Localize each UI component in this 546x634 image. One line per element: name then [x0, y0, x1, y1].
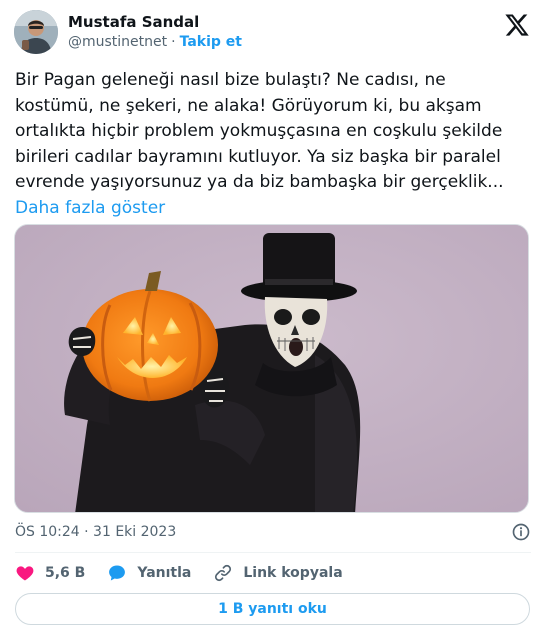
read-replies-button[interactable]: 1 B yanıtı oku — [15, 593, 530, 625]
author-subline: @mustinetnet · Takip et — [68, 32, 242, 52]
divider — [15, 552, 531, 553]
tweet-card: Mustafa Sandal @mustinetnet · Takip et B… — [0, 0, 546, 634]
tweet-media[interactable] — [14, 224, 529, 513]
copy-link-label: Link kopyala — [243, 565, 343, 581]
show-more-link[interactable]: Daha fazla göster — [15, 198, 165, 218]
meta-row: ÖS 10:24 · 31 Eki 2023 — [15, 522, 531, 542]
author-handle[interactable]: @mustinetnet — [68, 32, 167, 52]
halloween-photo — [15, 225, 528, 512]
author-info: Mustafa Sandal @mustinetnet · Takip et — [68, 12, 242, 52]
read-replies-label: 1 B yanıtı oku — [218, 601, 327, 617]
reply-button[interactable]: Yanıtla — [107, 563, 191, 583]
tweet-timestamp[interactable]: ÖS 10:24 · 31 Eki 2023 — [15, 524, 176, 540]
tweet-body: Bir Pagan geleneği nasıl bize bulaştı? N… — [15, 70, 504, 192]
tweet-header: Mustafa Sandal @mustinetnet · Takip et — [14, 10, 532, 54]
follow-button[interactable]: Takip et — [180, 32, 242, 52]
like-count: 5,6 B — [45, 565, 86, 581]
info-icon[interactable] — [511, 522, 531, 542]
author-avatar[interactable] — [14, 10, 58, 54]
avatar-photo — [14, 10, 58, 54]
reply-label: Yanıtla — [137, 565, 192, 581]
speech-bubble-icon — [109, 565, 126, 581]
copy-link-button[interactable]: Link kopyala — [213, 563, 343, 583]
x-logo-icon[interactable] — [504, 12, 530, 38]
author-name[interactable]: Mustafa Sandal — [68, 12, 242, 32]
action-bar: 5,6 B Yanıtla Link kopyala — [15, 562, 365, 584]
heart-icon — [16, 566, 34, 581]
tweet-text: Bir Pagan geleneği nasıl bize bulaştı? N… — [15, 68, 515, 221]
separator-dot: · — [171, 34, 176, 50]
link-icon — [215, 564, 232, 582]
like-button[interactable]: 5,6 B — [15, 563, 85, 583]
